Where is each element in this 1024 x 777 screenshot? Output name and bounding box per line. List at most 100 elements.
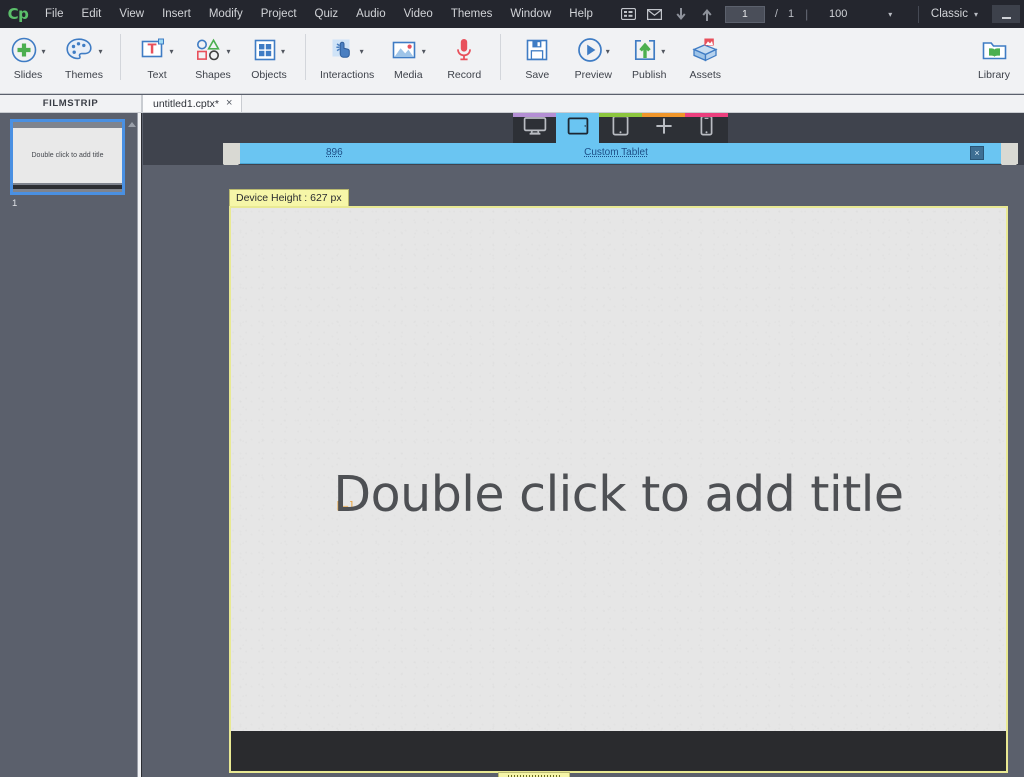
app-logo-icon: Cp [7,5,29,23]
menu-item-window[interactable]: Window [501,0,560,28]
menubar-tool-group: 1 / 1 | 100 ▾ [616,0,892,28]
arrow-down-icon[interactable] [668,0,694,28]
ribbon-label: Save [525,69,550,81]
media-button[interactable]: ▾ Media [380,32,436,81]
tablet-wide-icon [567,116,589,141]
shapes-icon: ▾ [192,32,233,68]
device-tab-accent [556,113,599,117]
device-tab-mobile[interactable] [685,113,728,143]
picture-icon: ▾ [388,32,429,68]
slide-separator: / [774,8,778,20]
device-tab-desktop[interactable] [513,113,556,143]
window-minimize-button[interactable] [992,5,1020,23]
library-button[interactable]: Library [966,32,1022,81]
ribbon-label: Slides [13,69,43,81]
ribbon-label: Interactions [320,69,375,81]
envelope-icon[interactable] [642,0,668,28]
ribbon-label: Record [447,69,482,81]
menu-item-project[interactable]: Project [252,0,306,28]
preview-button[interactable]: ▾ Preview [565,32,621,81]
menu-item-audio[interactable]: Audio [347,0,394,28]
workspace-selector-label[interactable]: Classic [931,8,968,20]
thumbnail-bottom-bar [13,183,122,192]
save-button[interactable]: Save [509,32,565,81]
shapes-button[interactable]: ▾ Shapes [185,32,241,81]
device-preview-bar [143,113,1024,143]
ribbon-label: Shapes [195,69,231,81]
ribbon-label: Preview [574,69,612,81]
device-tab-add[interactable] [642,113,685,143]
divider [917,5,919,23]
filmstrip-slide-item[interactable]: Double click to add title 1 [10,119,125,209]
text-button[interactable]: T ▾ Text [129,32,185,81]
filmstrip-scrollbar[interactable] [137,113,141,777]
ribbon-group-media: ▾ Interactions ▾ Media Record [314,32,492,92]
chevron-down-icon[interactable]: ▾ [226,47,230,56]
close-icon[interactable]: × [970,146,984,160]
library-folder-icon [978,32,1011,68]
play-circle-icon: ▾ [574,32,613,68]
device-tab-custom-tablet[interactable] [556,113,599,143]
menu-item-quiz[interactable]: Quiz [306,0,348,28]
document-tab-strip: untitled1.cptx* × [142,95,1024,113]
chevron-down-icon[interactable]: ▾ [98,47,102,56]
document-tab[interactable]: untitled1.cptx* × [142,95,243,112]
document-tab-label: untitled1.cptx* [153,97,219,110]
assets-button[interactable]: Assets [677,32,733,81]
device-tab-tablet[interactable] [599,113,642,143]
plus-icon [655,117,673,140]
slide-thumbnail[interactable]: Double click to add title [10,119,125,195]
title-placeholder-text[interactable]: Double click to add title [231,466,1006,523]
interactions-button[interactable]: ▾ Interactions [314,32,380,81]
ruler-handle-right[interactable] [1001,143,1018,172]
close-icon[interactable]: × [226,98,232,109]
chevron-down-icon[interactable]: ▾ [360,47,364,56]
ribbon-toolbar: ▾ Slides ▾ Themes T ▾ Text ▾ Shapes ▾ Ob… [0,28,1024,94]
menu-item-edit[interactable]: Edit [73,0,111,28]
slide-number-input[interactable]: 1 [724,5,765,23]
ribbon-group-content: T ▾ Text ▾ Shapes ▾ Objects [129,32,297,92]
record-button[interactable]: Record [436,32,492,81]
filmstrip-view-icon[interactable] [616,0,642,28]
ribbon-label: Publish [632,69,667,81]
objects-button[interactable]: ▾ Objects [241,32,297,81]
zoom-level-value[interactable]: 100 [814,8,862,20]
chevron-down-icon[interactable]: ▾ [888,10,892,19]
slide-frame[interactable]: [–] Double click to add title [229,206,1008,773]
menu-item-help[interactable]: Help [560,0,602,28]
chevron-down-icon[interactable]: ▾ [974,10,978,19]
slide-canvas[interactable]: [–] Double click to add title [231,208,1006,735]
chevron-down-icon[interactable]: ▾ [606,47,610,56]
device-name-label[interactable]: Custom Tablet [231,147,1001,158]
menu-item-video[interactable]: Video [395,0,442,28]
arrow-up-icon[interactable] [694,0,720,28]
ribbon-divider [500,34,502,80]
filmstrip-panel[interactable]: Double click to add title 1 [0,113,142,777]
upload-box-icon: ▾ [630,32,668,68]
stage-workspace: Device Height : 627 px [–] Double click … [143,165,1024,777]
menu-item-file[interactable]: File [36,0,73,28]
scroll-up-icon[interactable] [127,119,137,129]
chevron-down-icon[interactable]: ▾ [41,47,45,56]
device-tab-accent [685,113,728,117]
device-height-drag-handle[interactable] [498,772,570,777]
menu-item-insert[interactable]: Insert [153,0,200,28]
menu-item-themes[interactable]: Themes [442,0,502,28]
chevron-down-icon[interactable]: ▾ [661,47,665,56]
ruler-handle-left[interactable] [223,143,240,172]
phone-icon [700,115,713,141]
device-height-tag: Device Height : 627 px [229,189,349,206]
device-tab-accent [599,113,642,117]
menu-item-view[interactable]: View [110,0,153,28]
chevron-down-icon[interactable]: ▾ [422,47,426,56]
publish-button[interactable]: ▾ Publish [621,32,677,81]
menu-item-modify[interactable]: Modify [200,0,252,28]
device-width-track[interactable]: 896 Custom Tablet × [231,143,1001,164]
chevron-down-icon[interactable]: ▾ [169,47,173,56]
microphone-icon [451,32,477,68]
thumbnail-stage: Double click to add title [13,128,122,183]
themes-button[interactable]: ▾ Themes [56,32,112,81]
ribbon-group-output: Save ▾ Preview ▾ Publish Assets [509,32,733,92]
chevron-down-icon[interactable]: ▾ [281,47,285,56]
slides-button[interactable]: ▾ Slides [0,32,56,81]
